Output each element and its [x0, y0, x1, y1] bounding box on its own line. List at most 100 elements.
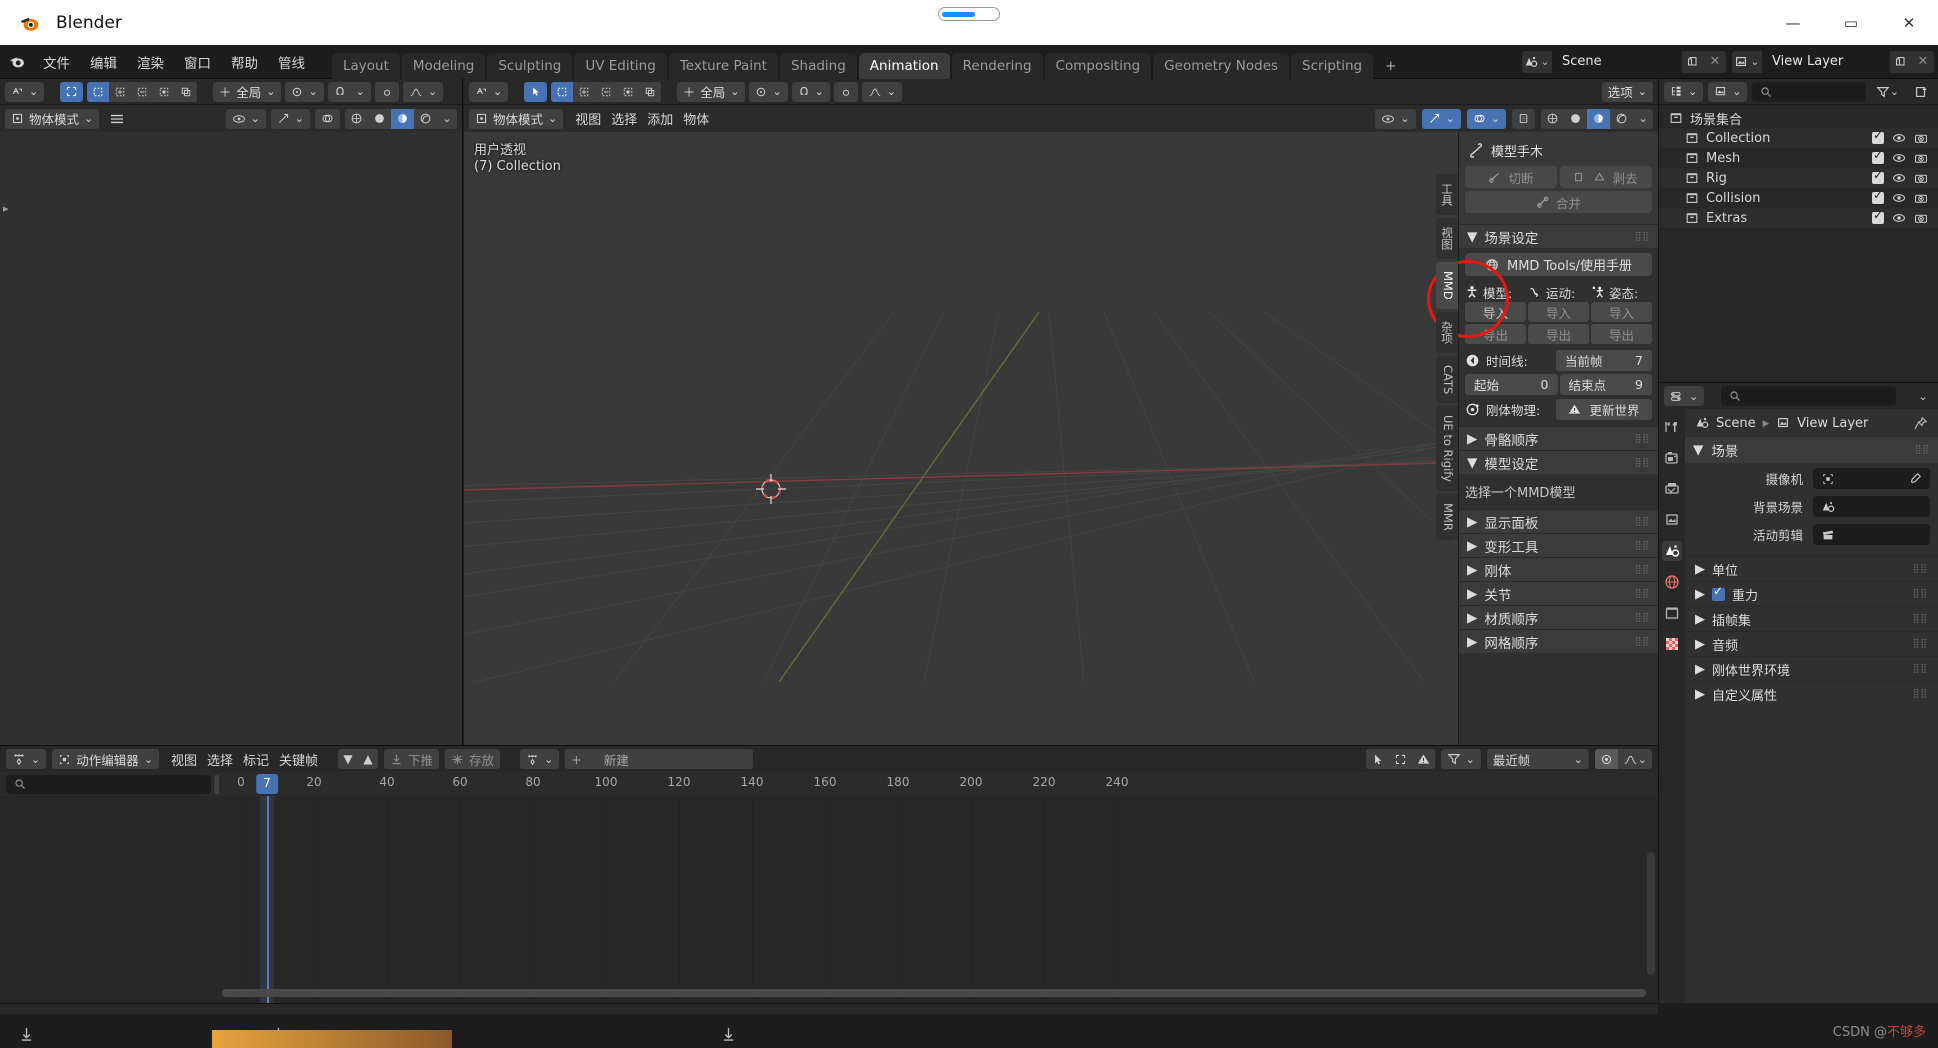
outliner-display-mode[interactable]: ⌄ [1708, 82, 1747, 102]
taskbar-item-3[interactable] [722, 1027, 735, 1042]
tab-view[interactable]: 视图 [1436, 218, 1458, 259]
mmd-pose-export-button[interactable]: 导出 [1591, 324, 1652, 344]
scene-name-field[interactable]: Scene [1552, 51, 1682, 73]
proportional-edit-dopesheet[interactable] [1595, 749, 1618, 769]
shading-options-left[interactable]: ⌄ [437, 109, 457, 129]
checkbox-enable[interactable] [1872, 132, 1884, 144]
channel-list-region[interactable] [0, 796, 219, 1003]
proportional-edit-left[interactable] [375, 82, 399, 102]
section-model-setup[interactable]: ▼ 模型设定 ⣿⣿ [1459, 450, 1658, 474]
properties-section-keying-sets[interactable]: ▶ 插帧集 ⣿⣿ [1685, 606, 1938, 631]
mmd-pose-import-button[interactable]: 导入 [1591, 302, 1652, 322]
camera-icon[interactable] [1914, 132, 1928, 144]
camera-icon[interactable] [1914, 212, 1928, 224]
snap-dropdown-left[interactable]: ⌄ [285, 82, 323, 102]
playhead-frame-label[interactable]: 7 [256, 774, 278, 794]
outliner-row-mesh[interactable]: Mesh [1659, 148, 1938, 168]
properties-section-units[interactable]: ▶ 单位 ⣿⣿ [1685, 556, 1938, 581]
select-subtract[interactable] [595, 82, 617, 102]
window-controls[interactable]: — ▭ ✕ [1764, 0, 1938, 45]
mmd-motion-export-button[interactable]: 导出 [1528, 324, 1589, 344]
eyedropper-icon[interactable] [1908, 472, 1922, 486]
taskbar-thumbnail[interactable] [212, 1030, 452, 1048]
horizontal-scrollbar[interactable] [222, 989, 1646, 997]
section-morph-tools[interactable]: ▶ 变形工具 ⣿⣿ [1459, 533, 1658, 557]
falloff-dopesheet[interactable]: ⌄ [1618, 749, 1652, 769]
menu-select[interactable]: 选择 [611, 109, 637, 128]
properties-section-gravity[interactable]: ▶ 重力 ⣿⣿ [1685, 581, 1938, 606]
menu-render[interactable]: 渲染 [128, 48, 173, 76]
eye-icon[interactable] [1892, 172, 1906, 184]
taskbar-item-1[interactable] [20, 1027, 33, 1042]
blender-menu-icon[interactable] [0, 45, 34, 79]
menu-select-dopesheet[interactable]: 选择 [207, 750, 233, 769]
shading-options[interactable]: ⌄ [1633, 109, 1653, 129]
close-button[interactable]: ✕ [1880, 0, 1938, 45]
shading-rendered[interactable] [1610, 109, 1633, 129]
object-mode-selector[interactable]: 物体模式 ⌄ [469, 109, 563, 129]
transform-orientation-left[interactable]: 全局 ⌄ [213, 82, 281, 102]
falloff-dropdown[interactable]: ⌄ [862, 82, 902, 102]
breadcrumb-scene[interactable]: Scene [1716, 416, 1756, 431]
scene-selector[interactable]: ⌄ Scene ✕ [1522, 51, 1726, 73]
tab-tools[interactable]: 工具 [1436, 174, 1458, 215]
mmd-model-export-button[interactable]: 导出 [1465, 324, 1526, 344]
delete-scene-button[interactable]: ✕ [1704, 51, 1726, 73]
select-invert-left[interactable] [153, 82, 175, 102]
playhead-line[interactable] [267, 796, 269, 1003]
pivot-point-dropdown[interactable]: ⌄ [749, 82, 787, 102]
menu-add[interactable]: 添加 [647, 109, 673, 128]
select-mode-group[interactable] [551, 82, 661, 102]
checkbox-enable[interactable] [1872, 152, 1884, 164]
menu-edit[interactable]: 编辑 [81, 48, 126, 76]
select-box-tool[interactable] [524, 82, 547, 102]
shading-rendered-left[interactable] [414, 109, 437, 129]
properties-section-custom-properties[interactable]: ▶ 自定义属性 ⣿⣿ [1685, 681, 1938, 706]
shading-solid[interactable] [1564, 109, 1587, 129]
tab-output-properties[interactable] [1662, 479, 1682, 499]
outliner-row-toggles[interactable] [1872, 212, 1938, 224]
active-clip-field-input[interactable] [1813, 524, 1930, 545]
editor-type-selector-dopesheet[interactable]: ⌄ [6, 749, 46, 769]
overlays-dropdown-left[interactable] [315, 109, 340, 129]
menu-view[interactable]: 视图 [575, 109, 601, 128]
select-invert[interactable] [617, 82, 639, 102]
outliner-row-collision[interactable]: Collision [1659, 188, 1938, 208]
shading-mode-group[interactable]: ⌄ [1541, 109, 1653, 129]
editor-type-selector-viewport[interactable]: ⌄ [469, 82, 508, 102]
section-display-panel[interactable]: ▶ 显示面板 ⣿⣿ [1459, 509, 1658, 533]
action-browse-group[interactable]: ▼ ▲ [338, 749, 378, 769]
eye-icon[interactable] [1892, 212, 1906, 224]
checkbox-enable[interactable] [1872, 212, 1884, 224]
visibility-dropdown[interactable]: ⌄ [1375, 109, 1415, 129]
camera-icon[interactable] [1914, 192, 1928, 204]
timeline-ruler[interactable]: 0 20 40 60 80 100 120 140 160 180 200 22… [219, 772, 1658, 796]
start-frame-field[interactable]: 起始 0 [1465, 374, 1558, 395]
editor-type-selector-outliner[interactable]: ⌄ [1664, 82, 1703, 102]
show-errors-icon[interactable] [1412, 749, 1435, 769]
menu-key-dopesheet[interactable]: 关键帧 [279, 750, 318, 769]
xray-toggle[interactable] [1512, 109, 1535, 129]
add-workspace-button[interactable]: + [1375, 53, 1406, 79]
workspace-tabs[interactable]: Layout Modeling Sculpting UV Editing Tex… [332, 45, 1408, 79]
checkbox-enable[interactable] [1872, 172, 1884, 184]
outliner-row-toggles[interactable] [1872, 172, 1938, 184]
menu-view-dopesheet[interactable]: 视图 [171, 750, 197, 769]
select-extend-left[interactable] [109, 82, 131, 102]
transform-orientation[interactable]: 全局 ⌄ [677, 82, 745, 102]
mmd-motion-import-button[interactable]: 导入 [1528, 302, 1589, 322]
editor-menu-hamburger-left[interactable] [104, 109, 130, 129]
gravity-checkbox[interactable] [1712, 588, 1725, 601]
section-rigid-bodies[interactable]: ▶ 刚体 ⣿⣿ [1459, 557, 1658, 581]
object-mode-selector-left[interactable]: 物体模式 ⌄ [5, 109, 99, 129]
tab-texture-properties[interactable] [1662, 634, 1682, 654]
eye-icon[interactable] [1892, 192, 1906, 204]
mmd-manual-button[interactable]: MMD Tools/使用手册 [1465, 253, 1652, 276]
gizmo-dropdown[interactable]: ⌄ [1422, 109, 1461, 129]
background-scene-field-input[interactable] [1813, 496, 1930, 517]
outliner-filter-icon[interactable]: ⌄ [1871, 82, 1904, 102]
select-intersect-left[interactable] [175, 82, 197, 102]
camera-icon[interactable] [1914, 152, 1928, 164]
shading-material-preview[interactable] [1587, 109, 1610, 129]
section-joints[interactable]: ▶ 关节 ⣿⣿ [1459, 581, 1658, 605]
